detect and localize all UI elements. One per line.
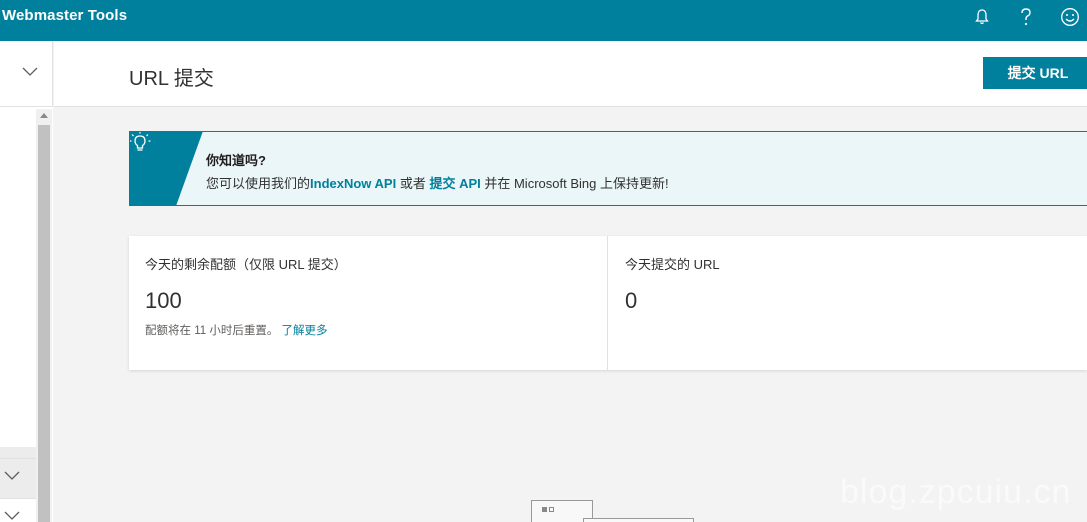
chevron-down-icon[interactable] <box>4 511 20 521</box>
banner-text-mid: 或者 <box>396 176 430 191</box>
page-header: URL 提交 提交 URL <box>54 41 1087 107</box>
chevron-down-icon[interactable] <box>4 471 20 481</box>
submitted-urls-card: 今天提交的 URL 0 <box>609 236 1087 370</box>
app-title[interactable]: Webmaster Tools <box>2 7 127 24</box>
banner-title: 你知道吗? <box>206 153 266 168</box>
smiley-feedback-icon[interactable] <box>1058 5 1082 29</box>
scrollbar-thumb[interactable] <box>38 125 50 522</box>
sidebar-group-1[interactable] <box>0 458 36 498</box>
banner-text-prefix: 您可以使用我们的 <box>206 176 311 191</box>
submit-url-button[interactable]: 提交 URL <box>983 57 1087 89</box>
indexnow-api-link[interactable]: IndexNow API <box>310 176 396 191</box>
banner-text: 您可以使用我们的IndexNow API 或者 提交 API 并在 Micros… <box>206 173 669 192</box>
stats-cards: 今天的剩余配额（仅限 URL 提交） 100 配额将在 11 小时后重置。 了解… <box>129 236 1087 370</box>
top-bar: Webmaster Tools <box>0 0 1087 41</box>
scroll-up-arrow-icon[interactable] <box>40 113 48 118</box>
submitted-value: 0 <box>625 288 638 313</box>
quota-label: 今天的剩余配额（仅限 URL 提交） <box>145 257 347 272</box>
banner-icon-area <box>130 132 205 205</box>
lightbulb-icon <box>130 132 151 151</box>
chevron-down-icon[interactable] <box>22 67 38 77</box>
sidebar-group-2[interactable] <box>0 498 36 522</box>
page-title: URL 提交 <box>129 68 214 90</box>
submit-api-link[interactable]: 提交 API <box>429 176 480 191</box>
submitted-label: 今天提交的 URL <box>625 257 720 272</box>
info-banner: 你知道吗? 您可以使用我们的IndexNow API 或者 提交 API 并在 … <box>129 131 1087 206</box>
bell-icon[interactable] <box>970 5 994 29</box>
learn-more-link[interactable]: 了解更多 <box>282 325 328 337</box>
quota-note: 配额将在 11 小时后重置。 了解更多 <box>145 322 328 338</box>
site-selector[interactable] <box>0 41 53 107</box>
sidebar <box>0 41 53 522</box>
help-icon[interactable] <box>1014 5 1038 29</box>
watermark: blog.zpcuiu.cn <box>840 473 1072 511</box>
quota-note-text: 配额将在 11 小时后重置。 <box>145 325 279 337</box>
sidebar-scrollbar[interactable] <box>36 109 52 522</box>
remaining-quota-card: 今天的剩余配额（仅限 URL 提交） 100 配额将在 11 小时后重置。 了解… <box>129 236 608 370</box>
banner-text-suffix: 并在 Microsoft Bing 上保持更新! <box>480 176 669 191</box>
quota-value: 100 <box>145 288 182 313</box>
empty-state-illustration-card <box>583 518 694 522</box>
